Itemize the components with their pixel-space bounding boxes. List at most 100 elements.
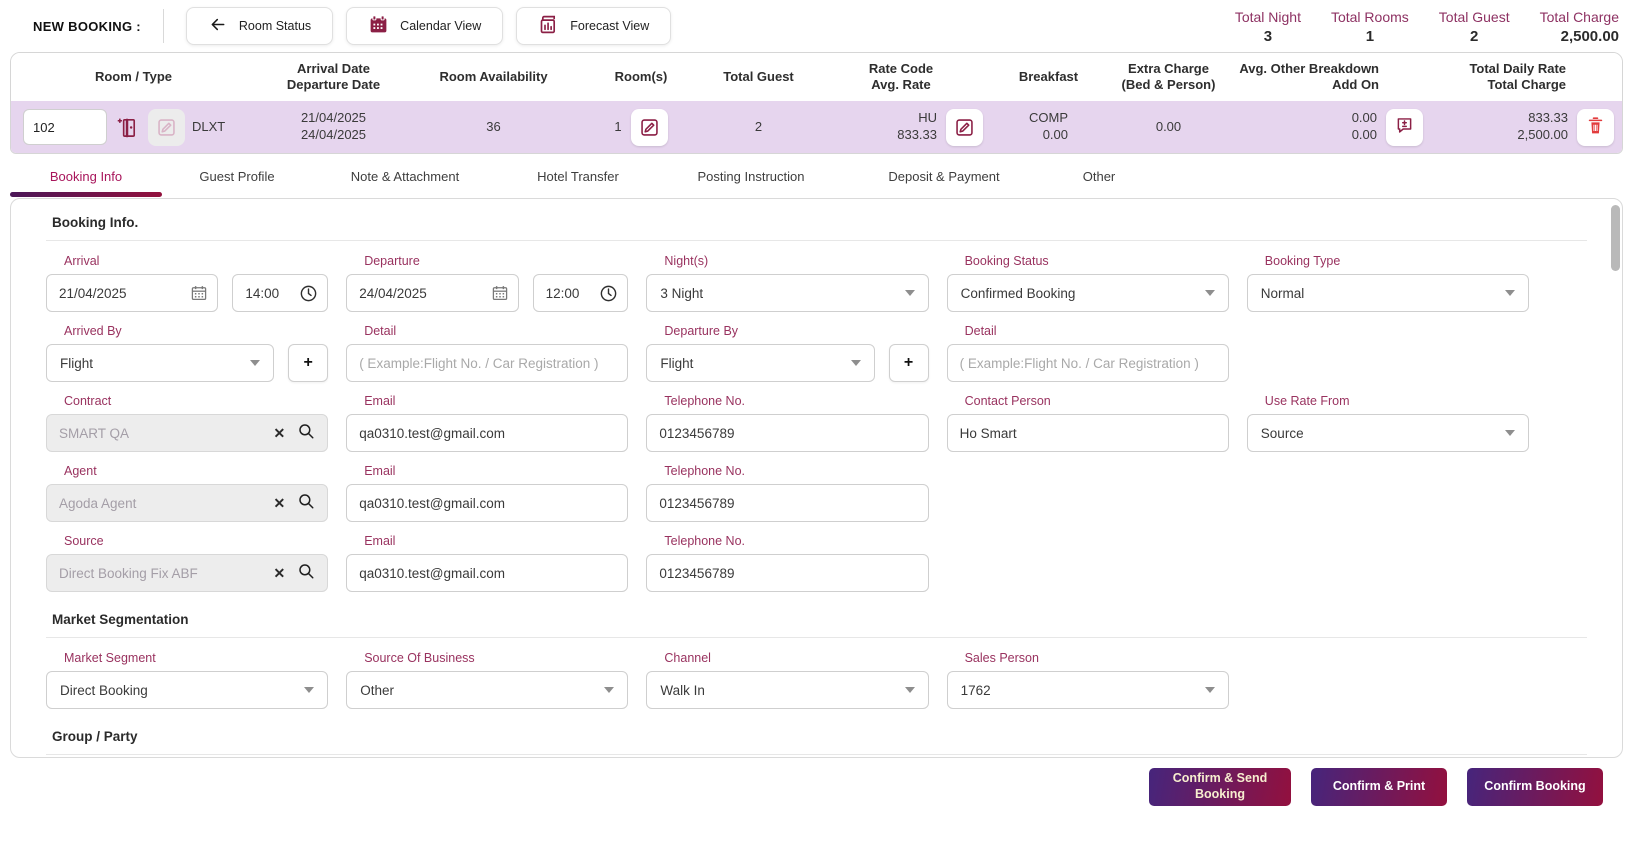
market-segment-value: Direct Booking	[60, 682, 148, 698]
use-rate-from-label: Use Rate From	[1264, 394, 1350, 408]
nights-select[interactable]: 3 Night	[646, 274, 929, 312]
add-room-icon[interactable]	[114, 113, 141, 142]
use-rate-from-select[interactable]: Source	[1246, 414, 1529, 452]
scrollbar-thumb[interactable]	[1611, 205, 1620, 271]
clear-icon[interactable]: ✕	[273, 566, 285, 580]
empty-cell	[1247, 464, 1529, 522]
tab-other[interactable]: Other	[1044, 154, 1154, 198]
clear-icon[interactable]: ✕	[273, 426, 285, 440]
col-arrival-departure: Arrival Date Departure Date	[286, 60, 381, 92]
departure-by-select[interactable]: Flight	[646, 344, 875, 382]
tab-booking-info[interactable]: Booking Info	[10, 154, 162, 198]
calendar-icon[interactable]	[491, 284, 509, 302]
source-phone-input[interactable]	[646, 554, 929, 592]
agent-email-input[interactable]	[346, 484, 629, 522]
clock-icon[interactable]	[299, 284, 318, 303]
source-value: Direct Booking Fix ABF	[59, 565, 198, 581]
field-contract-phone: Telephone No.	[646, 394, 929, 452]
stat-value: 2	[1470, 28, 1479, 45]
field-sales-person: Sales Person 1762	[946, 651, 1229, 709]
empty-cell	[947, 534, 1229, 592]
room-type-code: DLXT	[192, 118, 226, 134]
footer-actions: Confirm & Send Booking Confirm & Print C…	[0, 758, 1633, 806]
contract-search-field[interactable]: SMART QA ✕	[46, 414, 329, 452]
room-type-cell: DLXT	[11, 108, 256, 146]
edit-rate-button[interactable]	[946, 108, 983, 146]
source-email-input[interactable]	[346, 554, 629, 592]
contact-person-label: Contact Person	[964, 394, 1051, 408]
stat-total-charge: Total Charge 2,500.00	[1540, 9, 1619, 45]
field-departure: Departure	[346, 254, 629, 312]
edit-rooms-button[interactable]	[630, 108, 668, 146]
booking-status-select[interactable]: Confirmed Booking	[946, 274, 1229, 312]
room-status-button[interactable]: Room Status	[185, 7, 334, 45]
tab-hotel-transfer[interactable]: Hotel Transfer	[498, 154, 658, 198]
extra-charge-cell: 0.00	[1155, 118, 1182, 134]
trash-icon	[1586, 115, 1605, 139]
calendar-view-button[interactable]: Calendar View	[346, 7, 504, 45]
tab-deposit-payment[interactable]: Deposit & Payment	[844, 154, 1044, 198]
stat-value: 2,500.00	[1560, 28, 1619, 45]
tab-note-attachment[interactable]: Note & Attachment	[312, 154, 498, 198]
departure-label: Departure	[364, 254, 420, 268]
page-title: NEW BOOKING :	[33, 18, 141, 34]
market-segment-select[interactable]: Direct Booking	[46, 671, 329, 709]
agent-value: Agoda Agent	[59, 495, 137, 511]
agent-search-field[interactable]: Agoda Agent ✕	[46, 484, 329, 522]
field-booking-type: Booking Type Normal	[1246, 254, 1529, 312]
sales-person-value: 1762	[960, 682, 991, 698]
tab-posting-instruction[interactable]: Posting Instruction	[658, 154, 844, 198]
clear-icon[interactable]: ✕	[273, 496, 285, 510]
departure-detail-input[interactable]	[946, 344, 1229, 382]
rooms-cell: 1	[576, 108, 706, 146]
arrival-detail-label: Detail	[364, 324, 397, 338]
sales-person-select[interactable]: 1762	[946, 671, 1229, 709]
agent-label: Agent	[64, 464, 97, 478]
clock-icon[interactable]	[599, 284, 618, 303]
confirm-booking-button[interactable]: Confirm Booking	[1467, 768, 1603, 806]
tab-guest-profile[interactable]: Guest Profile	[162, 154, 312, 198]
search-icon[interactable]	[297, 492, 315, 515]
empty-cell	[1247, 534, 1529, 592]
booking-status-value: Confirmed Booking	[960, 285, 1076, 301]
forecast-view-button[interactable]: Forecast View	[516, 7, 672, 45]
add-on-comment-button[interactable]	[1386, 108, 1423, 146]
stat-total-guest: Total Guest 2	[1439, 9, 1510, 45]
contact-person-input[interactable]	[946, 414, 1229, 452]
field-source-email: Email	[346, 534, 629, 592]
arrived-by-select[interactable]: Flight	[46, 344, 275, 382]
telephone-label: Telephone No.	[664, 464, 746, 478]
booking-type-select[interactable]: Normal	[1246, 274, 1529, 312]
total-cell: 833.33 2,500.00	[1431, 108, 1622, 146]
chevron-down-icon	[904, 687, 915, 693]
channel-select[interactable]: Walk In	[646, 671, 929, 709]
contract-email-input[interactable]	[346, 414, 629, 452]
calendar-icon[interactable]	[190, 284, 208, 302]
arrival-label: Arrival	[64, 254, 100, 268]
departure-by-value: Flight	[660, 355, 694, 371]
col-avg-other-breakdown: Avg. Other Breakdown Add On	[1239, 60, 1379, 92]
field-agent-phone: Telephone No.	[646, 464, 929, 522]
add-departure-transport-button[interactable]: +	[888, 344, 929, 382]
dates-cell: 21/04/2025 24/04/2025	[300, 110, 367, 142]
avg-other-values: 0.00 0.00	[1351, 110, 1377, 142]
stat-total-night: Total Night 3	[1235, 9, 1301, 45]
email-label: Email	[364, 534, 396, 548]
confirm-print-button[interactable]: Confirm & Print	[1311, 768, 1447, 806]
telephone-label: Telephone No.	[664, 534, 746, 548]
search-icon[interactable]	[297, 562, 315, 585]
field-arrived-by: Arrived By Flight +	[46, 324, 329, 382]
agent-phone-input[interactable]	[646, 484, 929, 522]
booking-type-value: Normal	[1260, 285, 1305, 301]
delete-row-button[interactable]	[1577, 108, 1614, 146]
search-icon[interactable]	[297, 422, 315, 445]
stat-label: Total Rooms	[1330, 9, 1409, 25]
source-of-business-select[interactable]: Other	[346, 671, 629, 709]
add-arrival-transport-button[interactable]: +	[288, 344, 329, 382]
source-search-field[interactable]: Direct Booking Fix ABF ✕	[46, 554, 329, 592]
breakfast-cell: COMP 0.00	[1029, 110, 1068, 142]
contract-phone-input[interactable]	[646, 414, 929, 452]
room-number-input[interactable]	[23, 109, 107, 145]
arrival-detail-input[interactable]	[346, 344, 629, 382]
confirm-send-booking-button[interactable]: Confirm & Send Booking	[1149, 768, 1291, 806]
